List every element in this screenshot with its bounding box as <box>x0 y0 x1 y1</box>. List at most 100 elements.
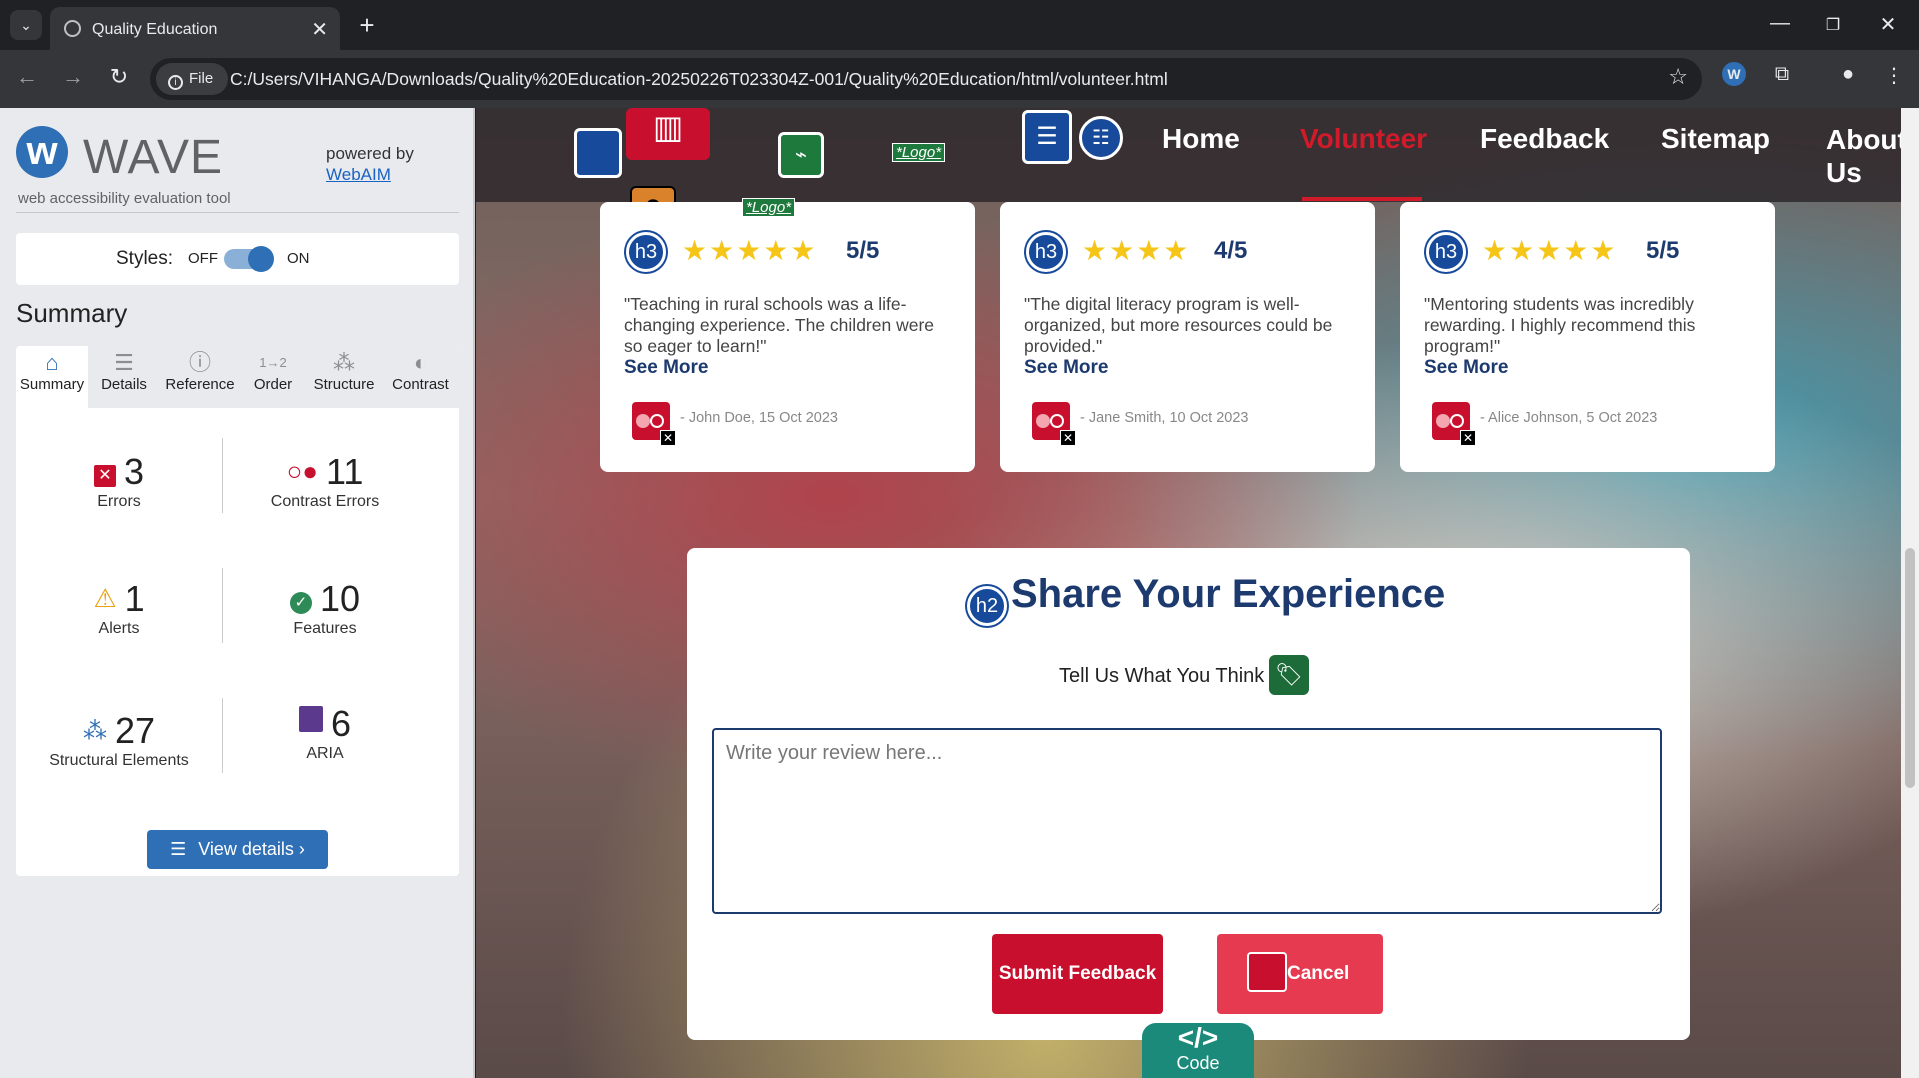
tab-reference[interactable]: ⓘ Reference <box>160 346 240 408</box>
wave-contrast-error-icon[interactable]: ✕ <box>1032 402 1076 446</box>
wave-title: WAVE <box>83 131 224 184</box>
star-rating-icon: ★★★★★ <box>682 235 818 266</box>
site-info-chip[interactable]: i File <box>156 63 228 95</box>
back-button[interactable]: ← <box>12 64 42 90</box>
aria-count: 6 <box>330 703 352 744</box>
address-bar[interactable]: i File C:/Users/VIHANGA/Downloads/Quality… <box>150 58 1702 100</box>
nav-sitemap[interactable]: Sitemap <box>1661 123 1770 155</box>
wave-linked-image-icon[interactable]: ⌁ <box>778 132 824 178</box>
tab-close-icon[interactable]: ✕ <box>311 17 328 42</box>
wave-list-icon[interactable]: ☰ <box>1022 110 1072 164</box>
extensions-puzzle-icon[interactable]: ⧉ <box>1766 63 1798 86</box>
contrast-errors-metric[interactable]: ○● 11 Contrast Errors <box>222 451 428 511</box>
rating-value: 5/5 <box>1646 237 1680 264</box>
restore-button[interactable]: ❐ <box>1813 15 1853 35</box>
review-card: h3 ★★★★ 4/5 "The digital literacy progra… <box>1000 202 1375 472</box>
styles-label: Styles: <box>116 248 174 269</box>
wave-summary-panel: ⌂ Summary ☰ Details ⓘ Reference 1→2 Order ⁂ S… <box>16 346 459 876</box>
close-icon: ✕ <box>1060 430 1076 446</box>
forward-button[interactable]: → <box>58 64 88 90</box>
url-text: C:/Users/VIHANGA/Downloads/Quality%20Edu… <box>230 69 1168 89</box>
see-more-link[interactable]: See More <box>1024 357 1108 379</box>
errors-metric[interactable]: ✕ 3 Errors <box>16 451 222 511</box>
summary-heading: Summary <box>16 298 128 328</box>
code-icon: </> <box>1177 1022 1219 1053</box>
tab-structure[interactable]: ⁂ Structure <box>306 346 382 408</box>
structural-label: Structural Elements <box>49 752 189 769</box>
bookmark-star-icon[interactable]: ☆ <box>1668 64 1688 90</box>
menu-kebab-icon[interactable]: ⋮ <box>1878 63 1910 88</box>
tab-contrast[interactable]: ◐ Contrast <box>382 346 459 408</box>
page-scrollbar[interactable] <box>1901 108 1919 1078</box>
features-metric[interactable]: ✓ 10 Features <box>222 578 428 638</box>
contrast-errors-count: 11 <box>326 451 364 492</box>
alert-icon: ⚠ <box>93 583 117 613</box>
home-icon: ⌂ <box>45 350 59 375</box>
tab-summary[interactable]: ⌂ Summary <box>16 346 88 408</box>
browser-toolbar: ← → ↻ i File C:/Users/VIHANGA/Downloads/Q… <box>0 50 1919 108</box>
aria-label: ARIA <box>306 745 344 762</box>
wave-extension-icon[interactable]: W <box>1718 62 1750 86</box>
aria-cube-icon <box>298 706 323 732</box>
wave-code-toggle[interactable]: </> Code <box>1142 1023 1254 1078</box>
nav-about[interactable]: About Us <box>1826 123 1901 189</box>
styles-on-label: ON <box>287 250 310 267</box>
review-textarea[interactable] <box>712 728 1662 914</box>
cancel-button[interactable]: Cancel <box>1217 934 1383 1014</box>
nav-feedback[interactable]: Feedback <box>1480 123 1609 155</box>
see-more-link[interactable]: See More <box>1424 357 1508 379</box>
wave-logo-icon: w <box>16 126 68 178</box>
window-close-button[interactable]: ✕ <box>1868 12 1908 37</box>
review-text: "Teaching in rural schools was a life-ch… <box>624 294 935 356</box>
powered-by-text: powered by <box>326 144 414 163</box>
wave-h2-icon[interactable]: h2 <box>967 586 1007 626</box>
styles-off-label: OFF <box>188 250 218 267</box>
review-card: h3 ★★★★★ 5/5 "Mentoring students was inc… <box>1400 202 1775 472</box>
wave-book-icon[interactable]: ▥ <box>626 108 710 160</box>
new-tab-button[interactable]: + <box>352 10 382 40</box>
styles-toggle-panel: Styles: OFF ON <box>16 233 459 285</box>
wave-label-tag-icon[interactable]: 🏷 <box>1269 655 1309 695</box>
tab-label: Structure <box>313 376 375 393</box>
wave-region-icon[interactable] <box>574 128 622 178</box>
alerts-metric[interactable]: ⚠ 1 Alerts <box>16 578 222 638</box>
tab-search-button[interactable]: ⌄ <box>10 10 42 40</box>
see-more-link[interactable]: See More <box>624 357 708 379</box>
aria-metric[interactable]: 6 ARIA <box>222 703 428 763</box>
review-author: - Alice Johnson, 5 Oct 2023 <box>1480 410 1658 426</box>
submit-feedback-button[interactable]: Submit Feedback <box>992 934 1163 1014</box>
webaim-link[interactable]: WebAIM <box>326 165 391 185</box>
alerts-count: 1 <box>124 578 145 619</box>
order-icon: 1→2 <box>259 355 287 370</box>
view-details-button[interactable]: ☰ View details › <box>147 830 328 869</box>
wave-h3-icon[interactable]: h3 <box>626 232 666 272</box>
wave-contrast-error-icon[interactable]: ✕ <box>632 402 676 446</box>
logo-alt-tag: *Logo* <box>892 143 946 162</box>
tab-label: Contrast <box>392 376 449 393</box>
nav-home[interactable]: Home <box>1162 123 1240 155</box>
info-icon: ⓘ <box>188 350 211 375</box>
browser-tab[interactable]: Quality Education ✕ <box>50 7 340 50</box>
active-nav-underline <box>1302 197 1422 201</box>
minimize-button[interactable]: — <box>1760 12 1800 35</box>
styles-toggle[interactable] <box>224 246 274 272</box>
error-icon: ✕ <box>93 465 116 487</box>
wave-contrast-error-icon[interactable] <box>1247 952 1287 992</box>
wave-contrast-error-icon[interactable]: ✕ <box>1432 402 1476 446</box>
tab-order[interactable]: 1→2 Order <box>240 346 306 408</box>
wave-nav-list-icon[interactable]: ☷ <box>1079 116 1123 160</box>
reload-button[interactable]: ↻ <box>104 64 134 90</box>
wave-h3-icon[interactable]: h3 <box>1426 232 1466 272</box>
star-rating-icon: ★★★★★ <box>1482 235 1618 266</box>
nav-volunteer[interactable]: Volunteer <box>1300 123 1427 155</box>
tab-label: Order <box>253 376 293 393</box>
rating-value: 5/5 <box>846 237 880 264</box>
contrast-icon: ◐ <box>413 350 428 375</box>
wave-h3-icon[interactable]: h3 <box>1026 232 1066 272</box>
tab-details[interactable]: ☰ Details <box>88 346 160 408</box>
structural-metric[interactable]: ⁂ 27 Structural Elements <box>16 710 222 770</box>
list-icon: ☰ <box>170 839 187 859</box>
profile-icon[interactable]: ● <box>1832 63 1864 86</box>
structure-icon: ⁂ <box>333 350 355 375</box>
scrollbar-thumb[interactable] <box>1905 548 1915 788</box>
